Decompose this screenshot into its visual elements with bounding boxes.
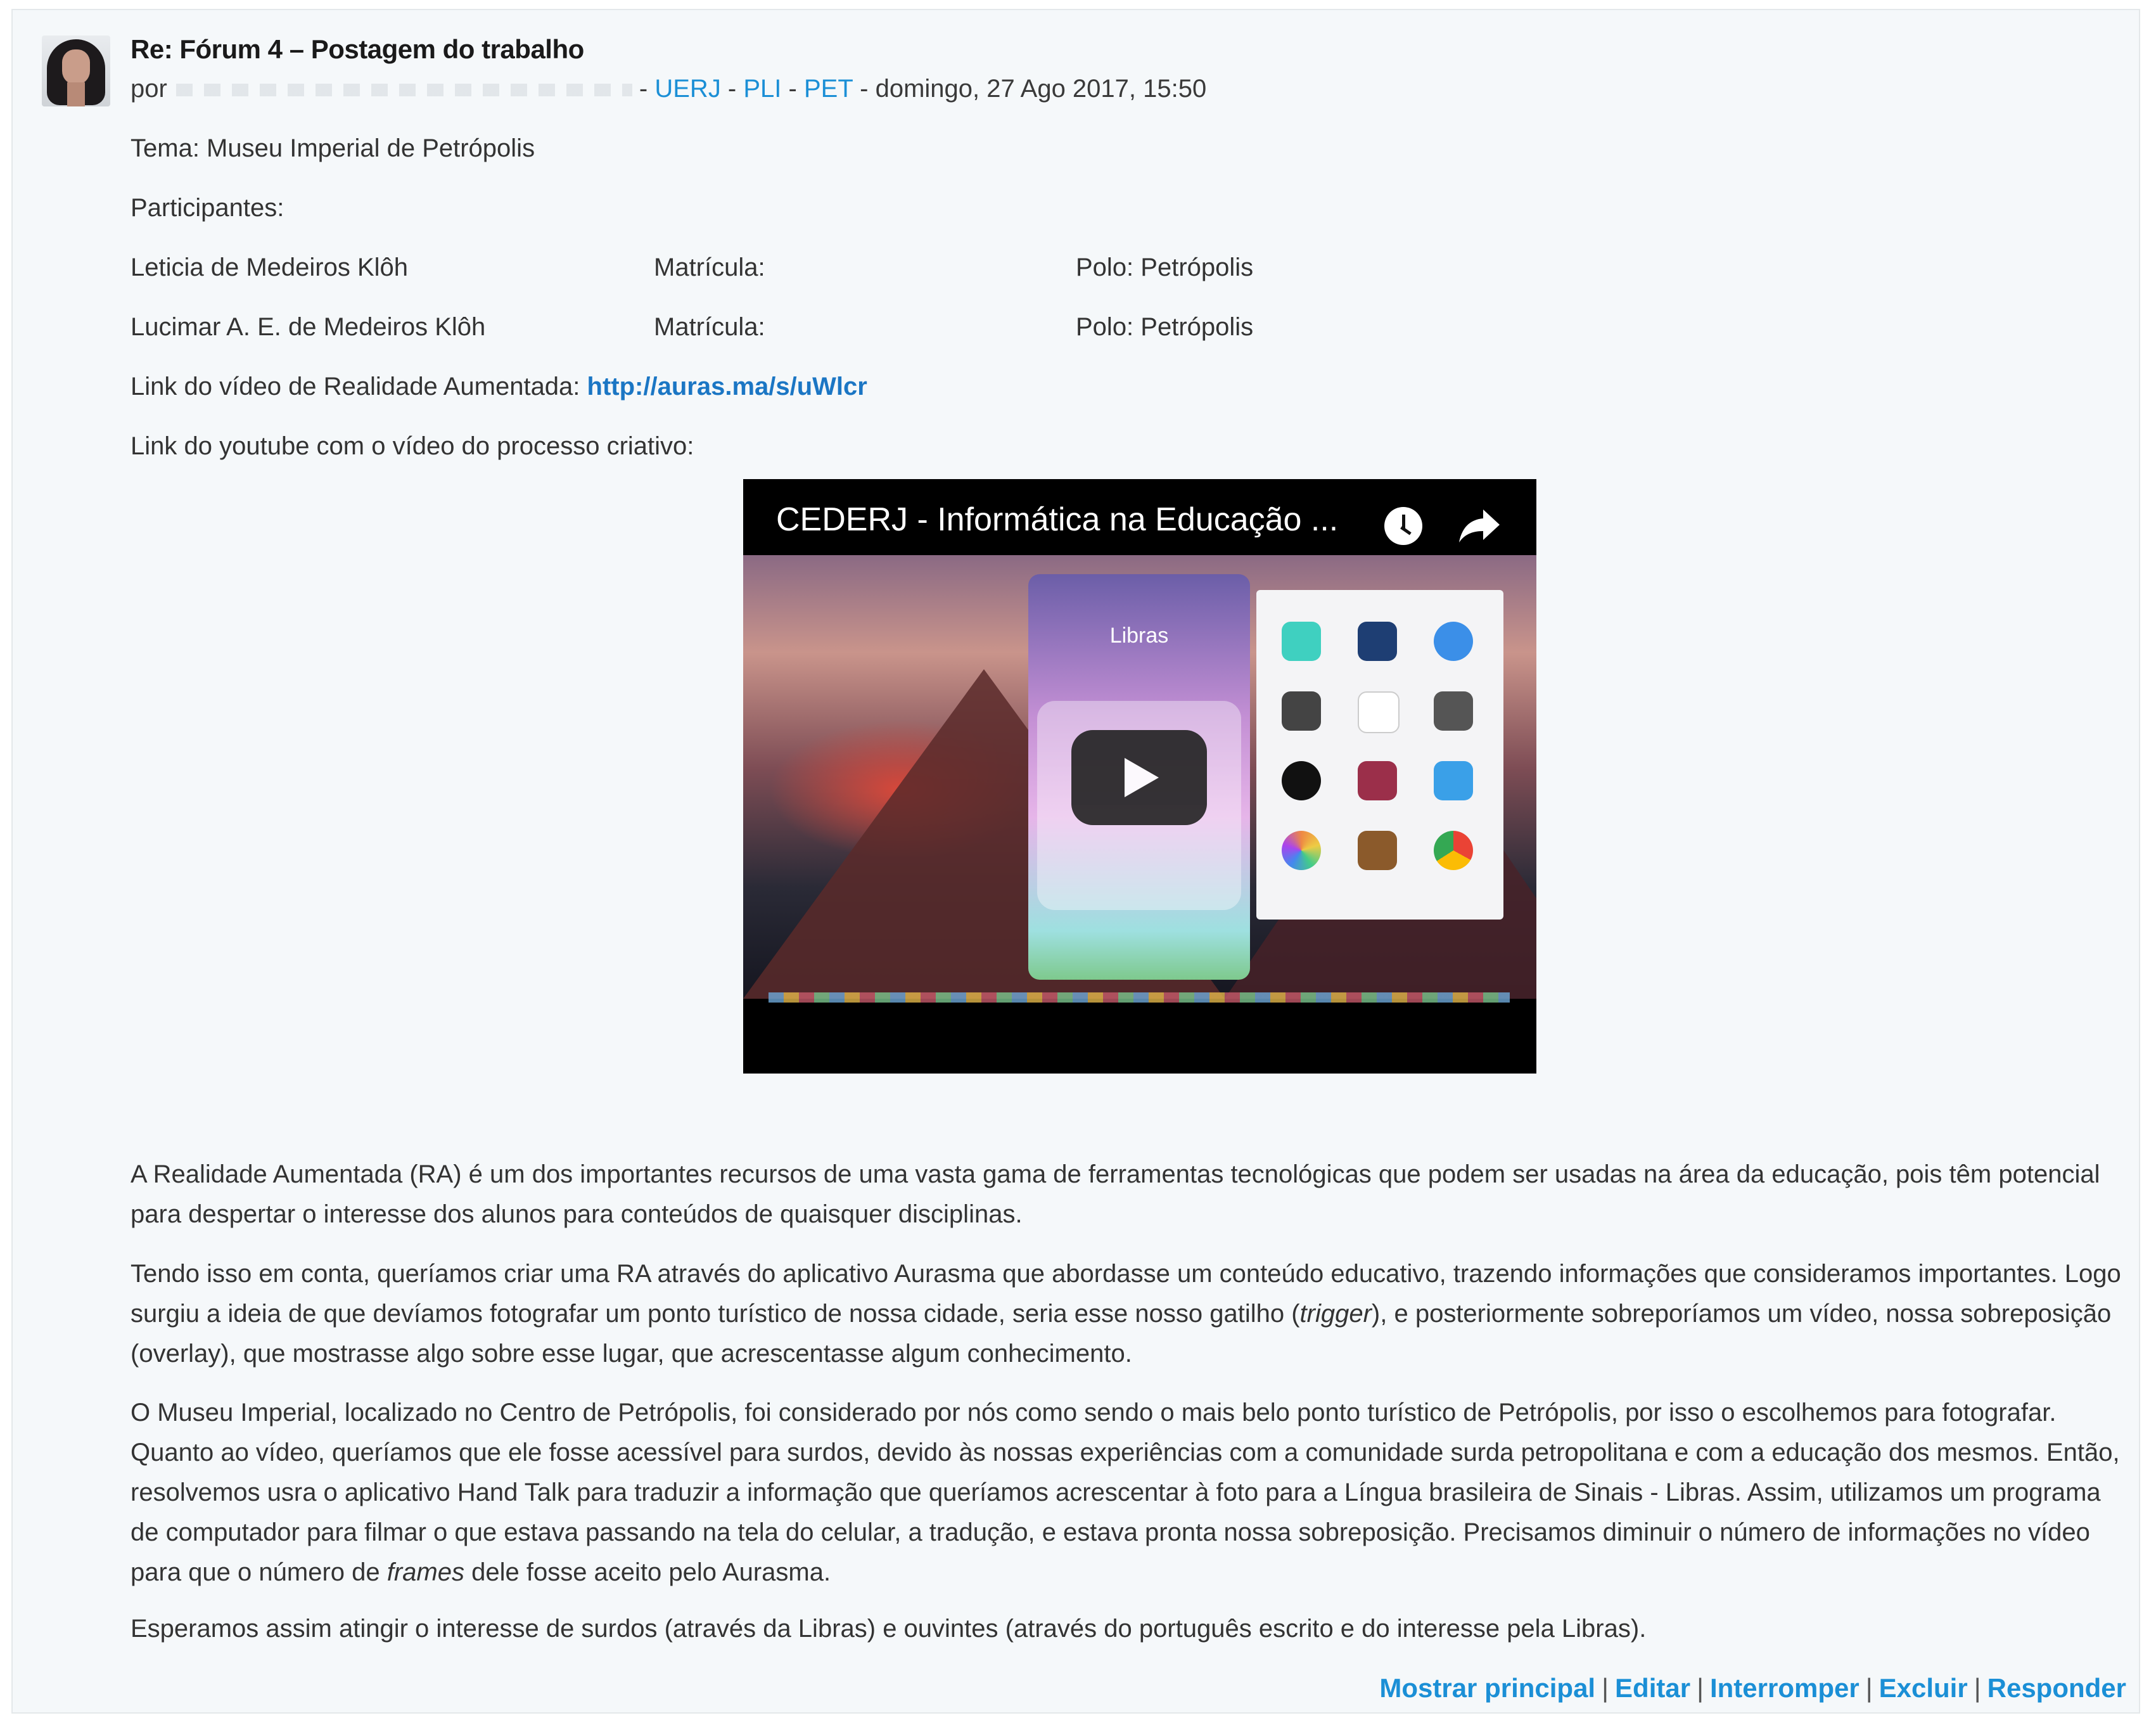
avatar-face: [62, 49, 90, 85]
app-icon: [1282, 622, 1321, 661]
app-icon: [1282, 691, 1321, 731]
libras-label: Libras: [1109, 624, 1169, 648]
participant-name: Lucimar A. E. de Medeiros Klôh: [131, 313, 486, 341]
app-launcher-window: [1256, 590, 1503, 920]
post-byline: por - UERJ - PLI - PET - domingo, 27 Ago…: [131, 75, 1207, 103]
app-icon: [1282, 831, 1321, 870]
participant-polo: Polo: Petrópolis: [1076, 313, 1254, 341]
paragraph-3-text-end: dele fosse aceito pelo Aurasma.: [464, 1558, 831, 1586]
paragraph-3: O Museu Imperial, localizado no Centro d…: [131, 1393, 2133, 1593]
ar-link-line: Link do vídeo de Realidade Aumentada: ht…: [131, 373, 867, 401]
group-link-uerj[interactable]: UERJ: [654, 75, 720, 103]
macos-dock: [769, 992, 1510, 1003]
forum-post: Re: Fórum 4 – Postagem do trabalho por -…: [11, 9, 2140, 1714]
participants-label: Participantes:: [131, 194, 284, 222]
app-icon: [1358, 761, 1397, 800]
participant-registration: Matrícula:: [654, 313, 765, 341]
youtube-embed[interactable]: Libras CEDERJ - Informática na Educação …: [743, 479, 1536, 1074]
avatar[interactable]: [42, 35, 110, 106]
post-actions: Mostrar principal | Editar | Interromper | Exc…: [1379, 1673, 2126, 1703]
paragraph-1: A Realidade Aumentada (RA) é um dos impo…: [131, 1160, 2100, 1228]
participant-polo: Polo: Petrópolis: [1076, 253, 1254, 281]
youtube-label: Link do youtube com o vídeo do processo …: [131, 432, 694, 460]
split-link[interactable]: Interromper: [1710, 1673, 1859, 1703]
frames-term: frames: [386, 1558, 464, 1586]
app-icon: [1358, 831, 1397, 870]
app-icon: [1434, 761, 1473, 800]
app-icon: [1358, 691, 1400, 733]
play-icon[interactable]: [1071, 730, 1207, 825]
edit-link[interactable]: Editar: [1615, 1673, 1690, 1703]
delete-link[interactable]: Excluir: [1879, 1673, 1968, 1703]
participant-registration: Matrícula:: [654, 253, 765, 281]
trigger-term: trigger: [1299, 1300, 1372, 1328]
by-prefix: por: [131, 75, 167, 103]
author-name-redacted: [175, 84, 632, 97]
app-icon: [1434, 622, 1473, 661]
post-date: domingo, 27 Ago 2017, 15:50: [875, 75, 1207, 103]
show-parent-link[interactable]: Mostrar principal: [1379, 1673, 1595, 1703]
participant-name: Leticia de Medeiros Klôh: [131, 253, 409, 281]
ar-link-label: Link do vídeo de Realidade Aumentada:: [131, 373, 580, 401]
app-icon: [1434, 831, 1473, 870]
ar-video-link[interactable]: http://auras.ma/s/uWlcr: [587, 373, 867, 401]
paragraph-4: Esperamos assim atingir o interesse de s…: [131, 1615, 1647, 1643]
app-icon: [1282, 761, 1321, 800]
post-title: Re: Fórum 4 – Postagem do trabalho: [131, 34, 584, 64]
app-icon: [1358, 622, 1397, 661]
share-icon[interactable]: [1458, 506, 1501, 544]
reply-link[interactable]: Responder: [1987, 1673, 2126, 1703]
group-link-pet[interactable]: PET: [804, 75, 853, 103]
group-link-pli[interactable]: PLI: [743, 75, 781, 103]
theme-line: Tema: Museu Imperial de Petrópolis: [131, 134, 535, 162]
paragraph-2: Tendo isso em conta, queríamos criar uma…: [131, 1254, 2133, 1374]
clock-icon[interactable]: [1384, 507, 1422, 545]
video-title[interactable]: CEDERJ - Informática na Educação ...: [776, 501, 1338, 539]
avatar-neck: [67, 82, 85, 106]
app-icon: [1434, 691, 1473, 731]
